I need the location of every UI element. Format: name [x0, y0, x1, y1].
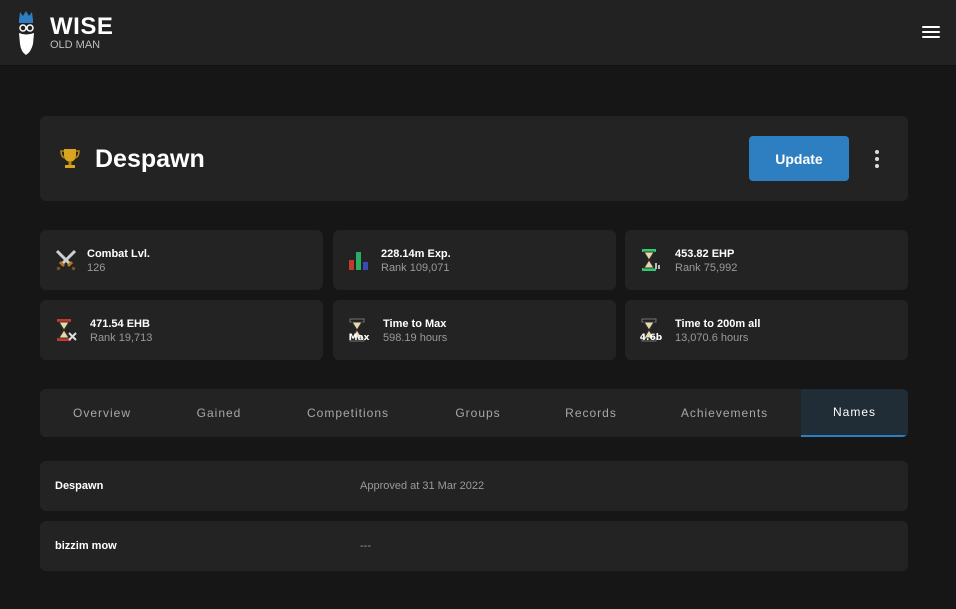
- name-history-detail: Approved at 31 Mar 2022: [360, 480, 485, 492]
- stat-label: Time to 200m all: [675, 318, 761, 330]
- stat-value: 598.19 hours: [383, 332, 448, 344]
- stat-value: Rank 109,071: [381, 262, 450, 274]
- tab-records[interactable]: Records: [534, 389, 648, 437]
- stat-time-to-max: Max Time to Max 598.19 hours: [333, 300, 616, 360]
- experience-chart-icon: [349, 252, 368, 270]
- list-item: Despawn Approved at 31 Mar 2022: [40, 461, 908, 511]
- stat-value: 126: [87, 262, 106, 274]
- player-header-card: Despawn Update: [40, 116, 908, 201]
- stat-label: 228.14m Exp.: [381, 248, 451, 260]
- ehp-hourglass-icon: [642, 249, 660, 271]
- stat-label: Time to Max: [383, 318, 447, 330]
- tab-groups[interactable]: Groups: [422, 389, 534, 437]
- time-to-max-icon-text: Max: [349, 333, 370, 342]
- list-item: bizzim mow ---: [40, 521, 908, 571]
- profile-tabs: Overview Gained Competitions Groups Reco…: [40, 389, 908, 437]
- name-history-name: Despawn: [55, 480, 104, 492]
- stat-time-to-200m: 4.6b Time to 200m all 13,070.6 hours: [625, 300, 908, 360]
- combat-swords-icon: [55, 249, 77, 271]
- stat-combat-level: Combat Lvl. 126: [40, 230, 323, 290]
- stat-ehp: 453.82 EHP Rank 75,992: [625, 230, 908, 290]
- stat-label: Combat Lvl.: [87, 248, 150, 260]
- stat-value: Rank 75,992: [675, 262, 738, 274]
- logo-subtitle: OLD MAN: [50, 39, 101, 51]
- tab-achievements[interactable]: Achievements: [648, 389, 801, 437]
- stat-ehb: 471.54 EHB Rank 19,713: [40, 300, 323, 360]
- time-to-200m-icon: 4.6b: [640, 318, 663, 342]
- top-bar: WISE OLD MAN: [0, 0, 956, 66]
- trophy-icon: [60, 149, 80, 168]
- more-options-icon[interactable]: [867, 148, 887, 170]
- tab-overview[interactable]: Overview: [40, 389, 164, 437]
- stat-value: 13,070.6 hours: [675, 332, 749, 344]
- name-history-name: bizzim mow: [55, 540, 117, 552]
- stat-label: 471.54 EHB: [90, 318, 150, 330]
- update-button[interactable]: Update: [749, 136, 849, 181]
- stat-value: Rank 19,713: [90, 332, 153, 344]
- time-to-200m-icon-text: 4.6b: [640, 333, 663, 342]
- tab-gained[interactable]: Gained: [164, 389, 274, 437]
- ehb-hourglass-icon: [57, 319, 77, 341]
- tab-competitions[interactable]: Competitions: [274, 389, 422, 437]
- hamburger-menu-icon[interactable]: [922, 26, 940, 40]
- name-history-detail: ---: [360, 540, 371, 552]
- logo[interactable]: WISE OLD MAN: [16, 10, 113, 56]
- wise-old-man-logo-icon: [19, 11, 34, 55]
- logo-title: WISE: [50, 13, 114, 40]
- player-name: Despawn: [95, 145, 205, 173]
- stat-label: 453.82 EHP: [675, 248, 735, 260]
- time-to-max-icon: Max: [349, 318, 370, 342]
- stat-experience: 228.14m Exp. Rank 109,071: [333, 230, 616, 290]
- tab-names[interactable]: Names: [801, 389, 908, 437]
